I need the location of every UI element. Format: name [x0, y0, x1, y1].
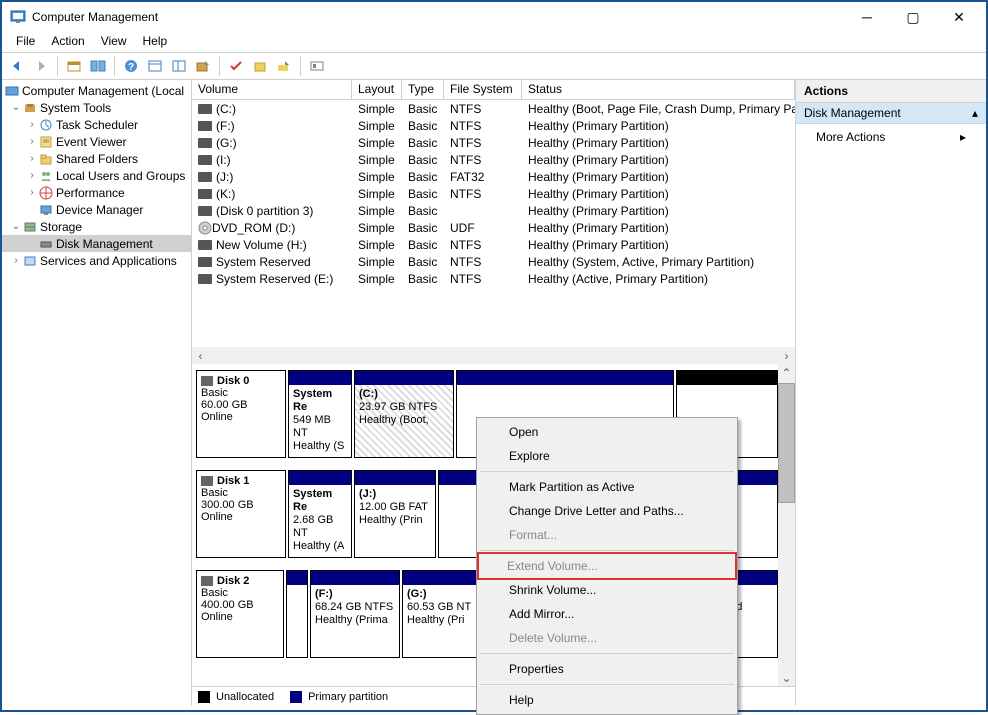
menu-separator [480, 653, 734, 654]
actions-section[interactable]: Disk Management▴ [796, 103, 986, 124]
tree-device-manager[interactable]: ›Device Manager [2, 201, 191, 218]
tree-local-users[interactable]: ›Local Users and Groups [2, 167, 191, 184]
context-menu[interactable]: OpenExplore Mark Partition as ActiveChang… [476, 417, 738, 715]
tree-storage[interactable]: ⌄Storage [2, 218, 191, 235]
menu-item-extend-volume: Extend Volume... [477, 552, 737, 580]
tree-performance[interactable]: ›Performance [2, 184, 191, 201]
legend-label: Primary partition [308, 691, 388, 703]
tree-system-tools[interactable]: ⌄System Tools [2, 99, 191, 116]
toolbar-icon[interactable] [144, 55, 166, 77]
actions-pane: Actions Disk Management▴ More Actions▸ [796, 80, 986, 706]
volume-row[interactable]: System ReservedSimpleBasicNTFSHealthy (S… [192, 253, 795, 270]
window-title: Computer Management [32, 10, 844, 24]
partition[interactable]: System Re2.68 GB NTHealthy (A [288, 470, 352, 558]
volume-row[interactable]: DVD_ROM (D:)SimpleBasicUDFHealthy (Prima… [192, 219, 795, 236]
col-layout[interactable]: Layout [352, 80, 402, 99]
volume-row[interactable]: System Reserved (E:)SimpleBasicNTFSHealt… [192, 270, 795, 287]
partition[interactable]: (J:)12.00 GB FATHealthy (Prin [354, 470, 436, 558]
legend-label: Unallocated [216, 691, 274, 703]
volume-row[interactable]: New Volume (H:)SimpleBasicNTFSHealthy (P… [192, 236, 795, 253]
actions-header: Actions [796, 80, 986, 103]
nav-tree[interactable]: Computer Management (Local ⌄System Tools… [2, 80, 192, 706]
col-volume[interactable]: Volume [192, 80, 352, 99]
col-type[interactable]: Type [402, 80, 444, 99]
help-button[interactable]: ? [120, 55, 142, 77]
svg-text:?: ? [128, 62, 134, 73]
maximize-button[interactable]: ▢ [890, 3, 936, 31]
forward-button[interactable] [30, 55, 52, 77]
menu-separator [480, 471, 734, 472]
partition[interactable]: (C:)23.97 GB NTFSHealthy (Boot, [354, 370, 454, 458]
title-bar: Computer Management ─ ▢ ✕ [2, 2, 986, 32]
menu-item-help[interactable]: Help [479, 688, 735, 712]
volume-row[interactable]: (Disk 0 partition 3)SimpleBasicHealthy (… [192, 202, 795, 219]
menu-item-open[interactable]: Open [479, 420, 735, 444]
close-button[interactable]: ✕ [936, 3, 982, 31]
legend-swatch-unallocated [198, 691, 210, 703]
toolbar-icon[interactable] [273, 55, 295, 77]
chevron-right-icon: ▸ [960, 130, 966, 144]
toolbar-icon[interactable] [306, 55, 328, 77]
menu-item-explore[interactable]: Explore [479, 444, 735, 468]
disk-info[interactable]: Disk 1Basic300.00 GBOnline [196, 470, 286, 558]
back-button[interactable] [6, 55, 28, 77]
menu-view[interactable]: View [93, 32, 135, 52]
volume-row[interactable]: (G:)SimpleBasicNTFSHealthy (Primary Part… [192, 134, 795, 151]
toolbar-icon[interactable] [249, 55, 271, 77]
menu-item-change-drive-letter-and-paths[interactable]: Change Drive Letter and Paths... [479, 499, 735, 523]
toolbar-icon[interactable] [63, 55, 85, 77]
volume-row[interactable]: (K:)SimpleBasicNTFSHealthy (Primary Part… [192, 185, 795, 202]
menu-file[interactable]: File [8, 32, 43, 52]
tree-services[interactable]: ›Services and Applications [2, 252, 191, 269]
volume-row[interactable]: (C:)SimpleBasicNTFSHealthy (Boot, Page F… [192, 100, 795, 117]
actions-more[interactable]: More Actions▸ [796, 124, 986, 150]
partition[interactable]: System Re549 MB NTHealthy (S [288, 370, 352, 458]
partition[interactable]: (F:)68.24 GB NTFSHealthy (Prima [310, 570, 400, 658]
menu-item-mark-partition-as-active[interactable]: Mark Partition as Active [479, 475, 735, 499]
legend-swatch-primary [290, 691, 302, 703]
menu-bar: File Action View Help [2, 32, 986, 52]
minimize-button[interactable]: ─ [844, 3, 890, 31]
menu-item-delete-volume: Delete Volume... [479, 626, 735, 650]
tree-shared-folders[interactable]: ›Shared Folders [2, 150, 191, 167]
disk-info[interactable]: Disk 2Basic400.00 GBOnline [196, 570, 284, 658]
menu-item-properties[interactable]: Properties [479, 657, 735, 681]
app-icon [10, 9, 26, 25]
volume-row[interactable]: (I:)SimpleBasicNTFSHealthy (Primary Part… [192, 151, 795, 168]
menu-action[interactable]: Action [43, 32, 92, 52]
collapse-icon: ▴ [972, 106, 978, 120]
col-status[interactable]: Status [522, 80, 795, 99]
toolbar-icon[interactable] [192, 55, 214, 77]
menu-separator [480, 550, 734, 551]
partition[interactable]: (G:)60.53 GB NTHealthy (Pri [402, 570, 480, 658]
menu-item-format: Format... [479, 523, 735, 547]
volume-list[interactable]: Volume Layout Type File System Status (C… [192, 80, 795, 287]
volume-row[interactable]: (J:)SimpleBasicFAT32Healthy (Primary Par… [192, 168, 795, 185]
partition[interactable] [286, 570, 308, 658]
toolbar-icon[interactable] [225, 55, 247, 77]
menu-help[interactable]: Help [135, 32, 176, 52]
toolbar-icon[interactable] [168, 55, 190, 77]
vertical-scrollbar[interactable]: ⌃ ⌄ [778, 364, 795, 686]
tree-event-viewer[interactable]: ›Event Viewer [2, 133, 191, 150]
tree-root[interactable]: Computer Management (Local [2, 82, 191, 99]
menu-item-add-mirror[interactable]: Add Mirror... [479, 602, 735, 626]
col-fs[interactable]: File System [444, 80, 522, 99]
toolbar-icon[interactable] [87, 55, 109, 77]
tree-task-scheduler[interactable]: ›Task Scheduler [2, 116, 191, 133]
tree-disk-management[interactable]: ›Disk Management [2, 235, 191, 252]
horizontal-scrollbar[interactable]: ‹› [192, 347, 795, 364]
volume-row[interactable]: (F:)SimpleBasicNTFSHealthy (Primary Part… [192, 117, 795, 134]
menu-item-shrink-volume[interactable]: Shrink Volume... [479, 578, 735, 602]
volume-list-header[interactable]: Volume Layout Type File System Status [192, 80, 795, 100]
menu-separator [480, 684, 734, 685]
disk-info[interactable]: Disk 0Basic60.00 GBOnline [196, 370, 286, 458]
toolbar: ? [2, 52, 986, 80]
